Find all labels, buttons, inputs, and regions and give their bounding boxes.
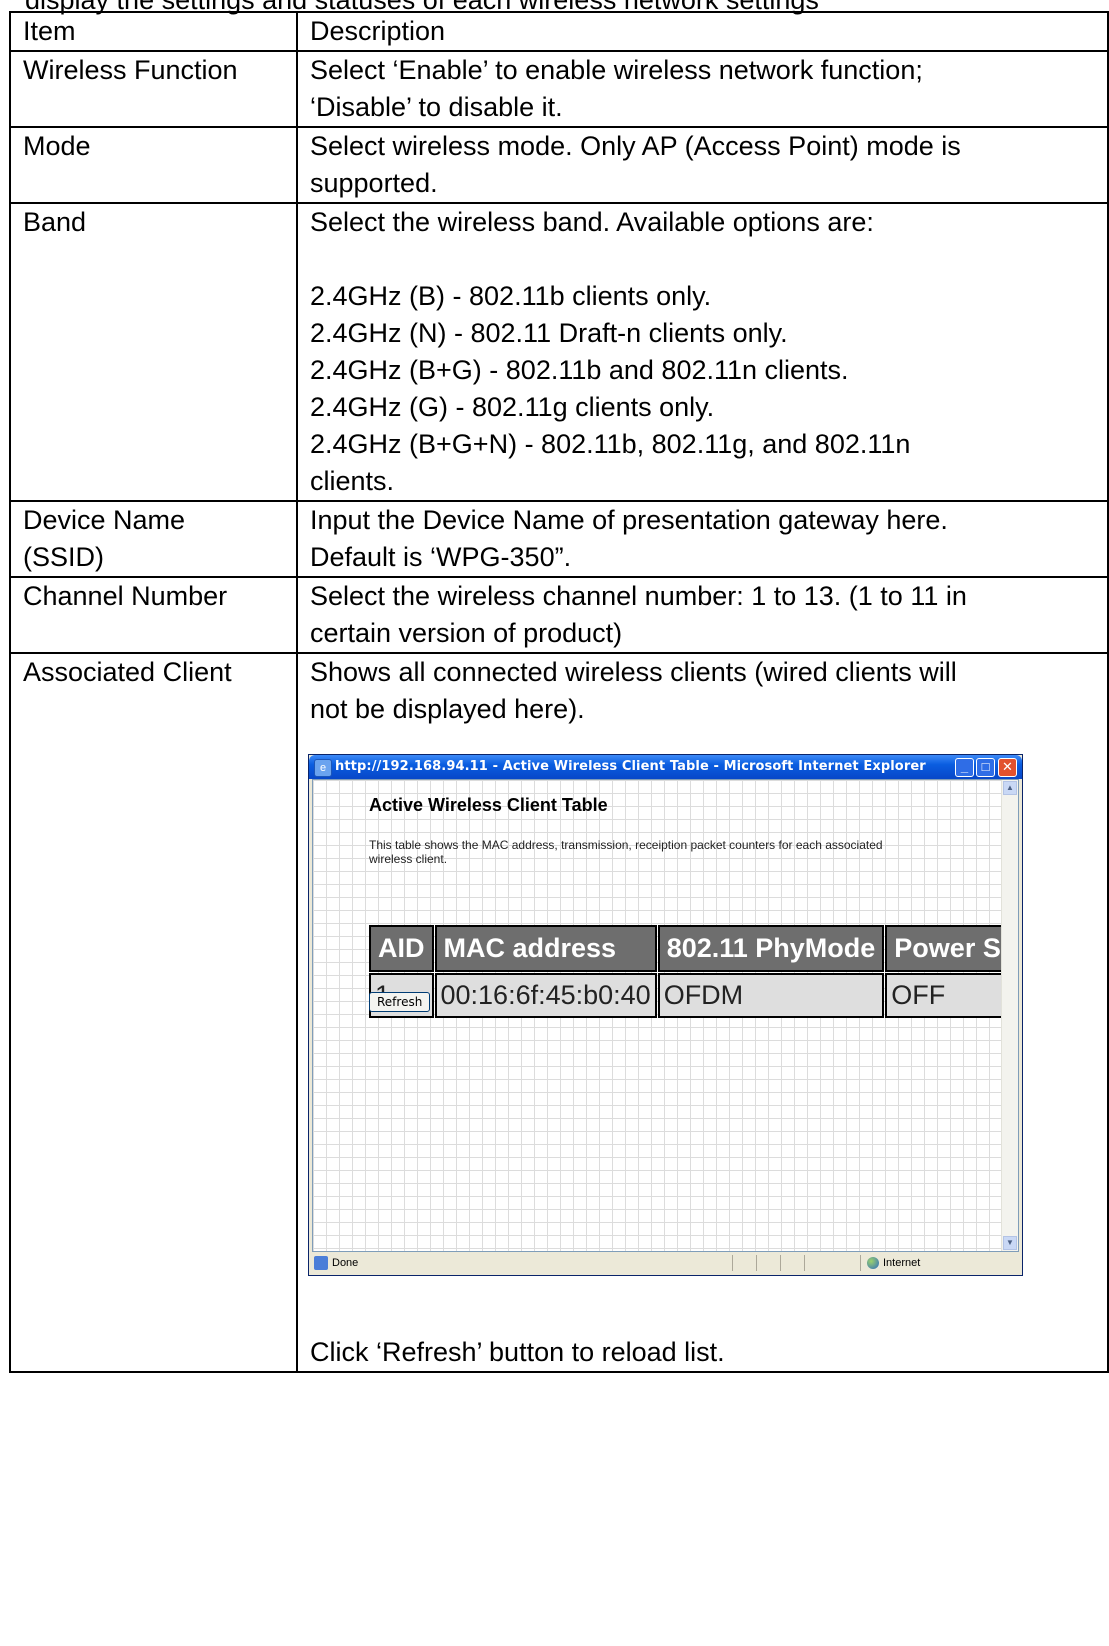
description-cell: Select wireless mode. Only AP (Access Po… (296, 126, 1109, 204)
client-table-header: AIDMAC address802.11 PhyModePower SaveBa… (369, 925, 1018, 972)
status-divider (804, 1255, 805, 1271)
client-column-header: MAC address (434, 925, 657, 972)
scroll-up-icon[interactable]: ▲ (1003, 781, 1017, 795)
item-cell: Device Name (SSID) (9, 500, 298, 578)
window-titlebar: e http://192.168.94.11 - Active Wireless… (309, 755, 1022, 779)
description-line: supported. (310, 168, 438, 198)
item-cell: Band (9, 202, 298, 502)
status-bar: Done Internet (312, 1253, 1019, 1273)
table-row: Mode Select wireless mode. Only AP (Acces… (9, 126, 1109, 204)
client-cell: 00:16:6f:45:b0:40 (434, 973, 657, 1018)
description-line: certain version of product) (310, 618, 623, 648)
item-label: Device Name (23, 505, 186, 535)
item-label: Associated Client (23, 657, 232, 687)
globe-icon (867, 1257, 879, 1269)
status-divider (780, 1255, 781, 1271)
client-cell: OFF (885, 973, 1018, 1018)
item-label: Band (23, 207, 87, 237)
item-label: Mode (23, 131, 91, 161)
item-cell: Wireless Function (9, 50, 298, 128)
description-line: 2.4GHz (B) - 802.11b clients only. (310, 281, 712, 311)
close-icon[interactable]: ✕ (998, 758, 1017, 777)
client-cell: OFDM (657, 973, 885, 1018)
description-cell: Select the wireless band. Available opti… (296, 202, 1109, 502)
page-description: This table shows the MAC address, transm… (369, 838, 883, 866)
description-line: Select the wireless band. Available opti… (310, 207, 874, 237)
zone-text: Internet (883, 1257, 921, 1269)
status-divider (756, 1255, 757, 1271)
client-column-header: 802.11 PhyMode (657, 925, 885, 972)
description-cell: Select the wireless channel number: 1 to… (296, 576, 1109, 654)
description-line: Click ‘Refresh’ button to reload list. (310, 1337, 725, 1367)
description-line: Select wireless mode. Only AP (Access Po… (310, 131, 961, 161)
client-table: AIDMAC address802.11 PhyModePower SaveBa… (368, 924, 1018, 1019)
description-line: Select the wireless channel number: 1 to… (310, 581, 967, 611)
status-text: Done (332, 1257, 359, 1269)
ie-page-icon: e (314, 759, 332, 777)
table-row: Band Select the wireless band. Available … (9, 202, 1109, 502)
ie-page-icon (314, 1256, 328, 1270)
description-line: Shows all connected wireless clients (wi… (310, 657, 957, 687)
minimize-icon[interactable]: _ (955, 758, 974, 777)
header-description: Description (296, 11, 1109, 52)
header-item: Item (9, 11, 298, 52)
description-cell: Select ‘Enable’ to enable wireless netwo… (296, 50, 1109, 128)
window-title: http://192.168.94.11 - Active Wireless C… (335, 759, 926, 774)
client-column-header: Power Save (885, 925, 1018, 972)
scrollbar[interactable]: ▲ ▼ (1001, 780, 1018, 1251)
description-cell: Input the Device Name of presentation ga… (296, 500, 1109, 578)
description-line: 2.4GHz (B+G+N) - 802.11b, 802.11g, and 8… (310, 429, 911, 459)
table-row-associated-client: Associated Client Shows all connected wi… (9, 652, 1109, 1373)
browser-viewport: Active Wireless Client Table This table … (312, 779, 1019, 1252)
table-row: Channel Number Select the wireless channe… (9, 576, 1109, 654)
table-row: Device Name (SSID) Input the Device Name o… (9, 500, 1109, 578)
description-line: 2.4GHz (G) - 802.11g clients only. (310, 392, 715, 422)
client-column-header: AID (369, 925, 434, 972)
refresh-button[interactable]: Refresh (369, 992, 431, 1012)
description-line: 2.4GHz (N) - 802.11 Draft-n clients only… (310, 318, 788, 348)
ie-window-screenshot: e http://192.168.94.11 - Active Wireless… (308, 754, 1023, 1276)
item-cell: Mode (9, 126, 298, 204)
maximize-icon[interactable]: □ (976, 758, 995, 777)
settings-table: Item Description Wireless Function Select… (9, 11, 1109, 1373)
description-line: not be displayed here). (310, 694, 585, 724)
description-line: clients. (310, 466, 395, 496)
description-cell: Shows all connected wireless clients (wi… (296, 652, 1109, 1373)
scroll-down-icon[interactable]: ▼ (1003, 1236, 1017, 1250)
status-divider (860, 1255, 861, 1271)
item-label: Channel Number (23, 581, 228, 611)
item-label: Wireless Function (23, 55, 238, 85)
description-line: Default is ‘WPG-350”. (310, 542, 572, 572)
description-line: 2.4GHz (B+G) - 802.11b and 802.11n clien… (310, 355, 849, 385)
status-divider (732, 1255, 733, 1271)
description-line: Select ‘Enable’ to enable wireless netwo… (310, 55, 923, 85)
table-row: Wireless Function Select ‘Enable’ to enab… (9, 50, 1109, 128)
item-cell: Associated Client (9, 652, 298, 1373)
page-title: Active Wireless Client Table (369, 795, 608, 815)
description-line: Input the Device Name of presentation ga… (310, 505, 948, 535)
client-row: 100:16:6f:45:b0:40OFDMOFF20M (369, 973, 1018, 1018)
item-label: (SSID) (23, 542, 104, 572)
item-cell: Channel Number (9, 576, 298, 654)
table-header-row: Item Description (9, 11, 1109, 52)
description-line: ‘Disable’ to disable it. (310, 92, 563, 122)
